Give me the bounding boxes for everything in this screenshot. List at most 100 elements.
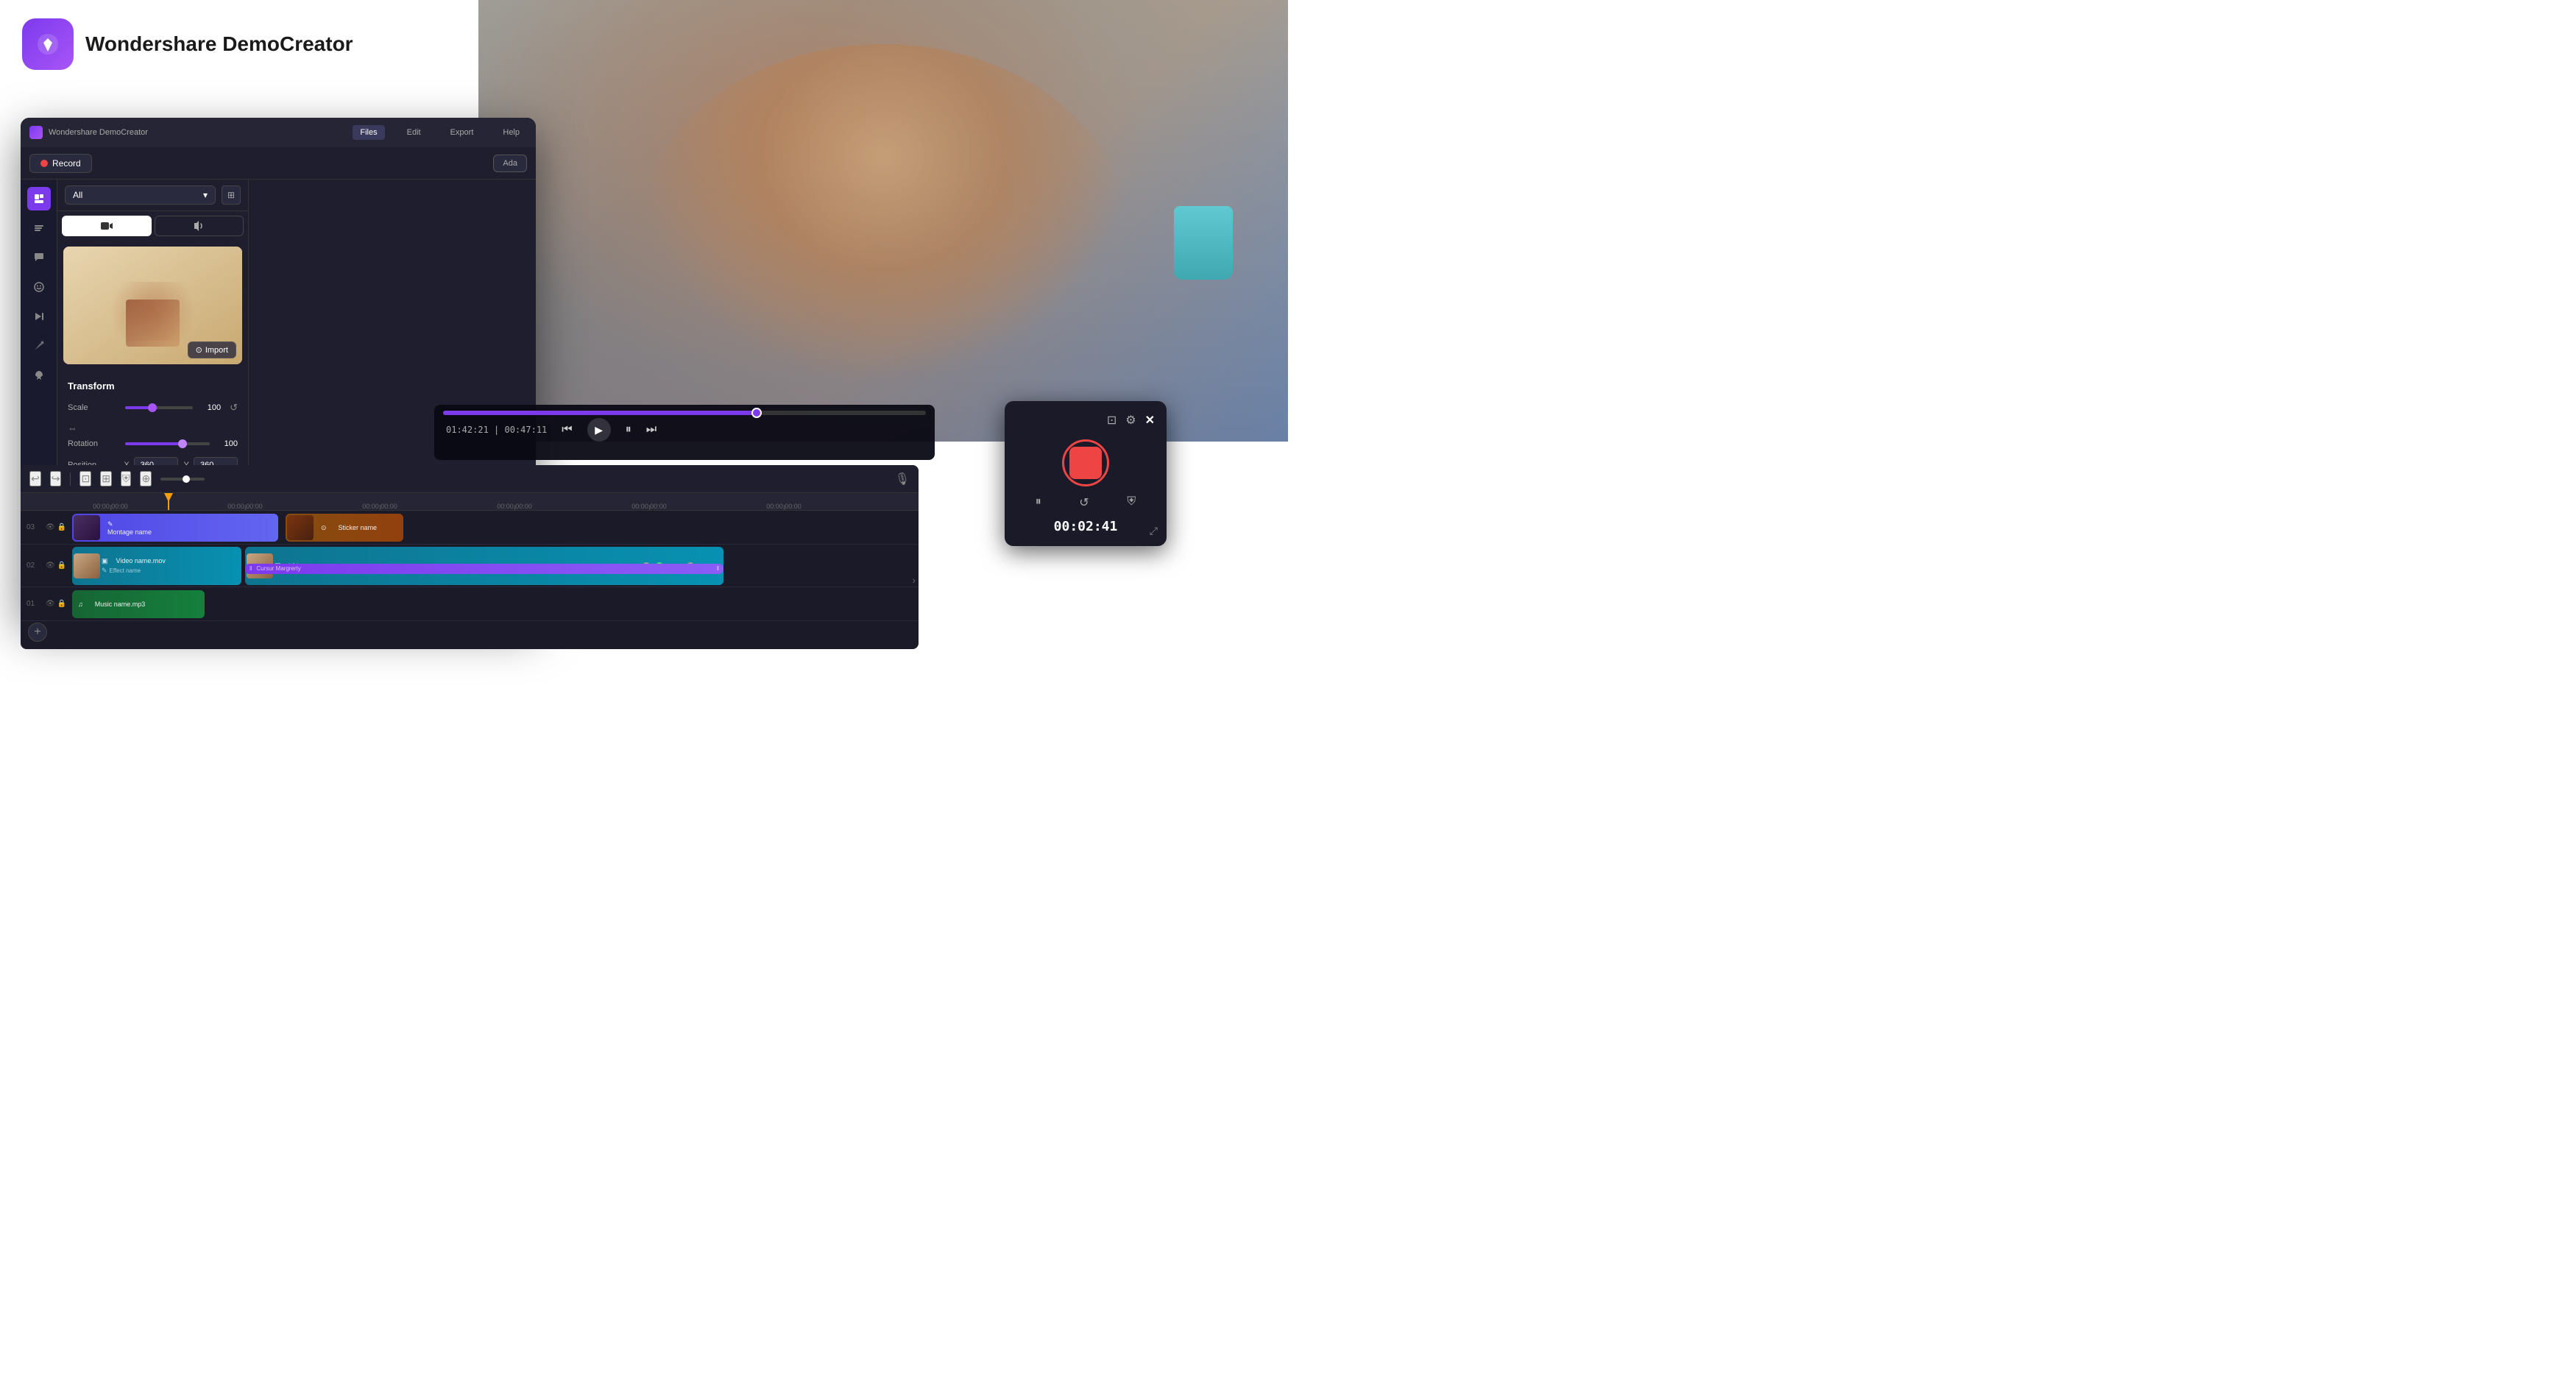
track-row-2: 02 👁 🔒 ▣ Video name.mov: [21, 545, 919, 587]
ruler-mark-4: 00:00:00:00: [497, 503, 532, 510]
expand-icon[interactable]: ⇔: [68, 422, 77, 433]
app-toolbar: Record Ada: [21, 147, 536, 180]
track-label-1: 01 👁 🔒: [21, 600, 72, 608]
external-link-icon[interactable]: ⊡: [1107, 413, 1117, 428]
record-button[interactable]: Record: [29, 154, 92, 173]
ruler-mark-2: 00:00:00:00: [227, 503, 263, 510]
current-time: 01:42:21: [446, 425, 489, 435]
sidebar-item-magic[interactable]: [27, 334, 51, 358]
import-button[interactable]: ⊙ Import: [188, 341, 236, 358]
timeline-ruler: 00:00:00:00 00:00:00:00 00:00:00:00 00:0…: [21, 493, 919, 511]
timeline-right-arrow[interactable]: ›: [912, 574, 916, 586]
video1-thumb: [74, 553, 100, 578]
menu-files[interactable]: Files: [353, 125, 384, 140]
clip-cursor[interactable]: ‖ Cursur Margrerty ‖: [245, 564, 723, 574]
clip-montage[interactable]: ✎ Montage name: [72, 514, 278, 542]
zoom-thumb[interactable]: [183, 475, 190, 483]
playhead[interactable]: [168, 493, 169, 510]
cursor-end-icon: ‖: [712, 565, 723, 572]
eye-icon-2[interactable]: 👁: [46, 562, 55, 570]
clip-music[interactable]: ♫ Music name.mp3: [72, 590, 205, 618]
microphone-button[interactable]: 🎙: [895, 472, 910, 486]
eye-icon-3[interactable]: 👁: [46, 523, 55, 531]
scale-slider[interactable]: [125, 406, 193, 409]
media-tabs: [57, 211, 248, 241]
lock-icon-3[interactable]: 🔒: [57, 523, 66, 531]
sidebar-item-rocket[interactable]: [27, 364, 51, 387]
rw-pause-icon[interactable]: ⏸: [1036, 495, 1041, 510]
track-content-3: ✎ Montage name ⊙ Sticker name: [72, 511, 919, 544]
skip-back-button[interactable]: ⏮: [562, 423, 572, 436]
montage-name: Montage name: [102, 528, 158, 536]
dropdown-label: All: [73, 190, 82, 200]
time-display: 01:42:21 | 00:47:11: [446, 425, 547, 435]
scale-reset-icon[interactable]: ↺: [230, 402, 238, 414]
ruler-mark-5: 00:00:00:00: [631, 503, 667, 510]
rotation-thumb[interactable]: [178, 439, 187, 448]
sidebar-item-emoji[interactable]: [27, 275, 51, 299]
close-icon[interactable]: ✕: [1145, 413, 1155, 428]
rw-shield-icon[interactable]: ⛨: [1127, 495, 1136, 510]
eye-icon-1[interactable]: 👁: [46, 600, 55, 608]
record-inner-icon: [1069, 447, 1102, 479]
ruler-mark-6: 00:00:00:00: [766, 503, 802, 510]
play-button[interactable]: ▶: [587, 418, 611, 442]
progress-fill: [443, 411, 757, 415]
progress-bar[interactable]: [443, 411, 926, 415]
redo-button[interactable]: ↪: [50, 471, 62, 486]
clip-video1[interactable]: ▣ Video name.mov ✎ Effect name: [72, 547, 241, 585]
lock-icon-2[interactable]: 🔒: [57, 562, 66, 570]
track-content-2: ▣ Video name.mov ✎ Effect name: [72, 545, 919, 587]
clip-sticker[interactable]: ⊙ Sticker name: [286, 514, 403, 542]
menu-help[interactable]: Help: [495, 125, 527, 140]
ada-button[interactable]: Ada: [493, 155, 527, 172]
brand-name-text: Wondershare DemoCreator: [85, 32, 353, 56]
montage-icon: ✎: [102, 520, 158, 528]
sidebar-item-chat[interactable]: [27, 246, 51, 269]
sidebar-item-files[interactable]: [27, 187, 51, 210]
person-silhouette: [640, 44, 1126, 419]
settings-icon[interactable]: ⚙: [1125, 413, 1136, 428]
zoom-track[interactable]: [160, 478, 205, 481]
video1-effect-icon: ✎: [102, 567, 107, 575]
rw-timer: 00:02:41: [1016, 519, 1155, 534]
trim-button[interactable]: ⊡: [79, 471, 91, 486]
rotation-fill: [125, 442, 183, 445]
rw-expand-icon[interactable]: ⤢: [1150, 525, 1158, 537]
rw-refresh-icon[interactable]: ↺: [1079, 495, 1089, 510]
music-note-icon: ♫: [72, 601, 89, 608]
app-title-text: Wondershare DemoCreator: [49, 128, 347, 137]
record-circle-button[interactable]: [1062, 439, 1109, 486]
rotation-slider[interactable]: [125, 442, 210, 445]
skip-forward-button[interactable]: ⏭: [646, 423, 657, 436]
grid-view-button[interactable]: ⊞: [222, 185, 241, 205]
tab-video[interactable]: [62, 216, 152, 236]
track-icons-2: 👁 🔒: [46, 562, 66, 570]
progress-thumb[interactable]: [751, 408, 762, 418]
branding: Wondershare DemoCreator: [22, 18, 353, 70]
track-content-1: ♫ Music name.mp3: [72, 587, 919, 620]
video-preview: [478, 0, 1288, 442]
shield-button[interactable]: ⛨: [121, 471, 132, 486]
sidebar-item-text[interactable]: [27, 216, 51, 240]
menu-edit[interactable]: Edit: [400, 125, 428, 140]
timeline-area: ↩ ↪ ⊡ ⊞ ⛨ ⊕ 🎙 00:00:00:00 00:00:00:00 00…: [21, 465, 919, 649]
sidebar-item-skip[interactable]: [27, 305, 51, 328]
toolbar-divider: [70, 472, 71, 486]
undo-button[interactable]: ↩: [29, 471, 41, 486]
playback-area: 01:42:21 | 00:47:11 ⏮ ▶ ⏸ ⏭: [434, 405, 935, 460]
tab-audio[interactable]: [155, 216, 244, 236]
split-button[interactable]: ⊞: [100, 471, 112, 486]
track-num-1: 01: [26, 600, 35, 608]
add-button[interactable]: ⊕: [140, 471, 152, 486]
lock-icon-1[interactable]: 🔒: [57, 600, 66, 608]
pause-button[interactable]: ⏸: [626, 423, 631, 436]
scale-thumb[interactable]: [148, 403, 157, 412]
add-track-button[interactable]: +: [28, 623, 47, 642]
menu-export[interactable]: Export: [443, 125, 481, 140]
track-icons-3: 👁 🔒: [46, 523, 66, 531]
all-dropdown[interactable]: All ▾: [65, 185, 216, 205]
total-time: 00:47:11: [504, 425, 547, 435]
video1-effect-name: Effect name: [110, 567, 141, 574]
chevron-down-icon: ▾: [203, 190, 208, 200]
